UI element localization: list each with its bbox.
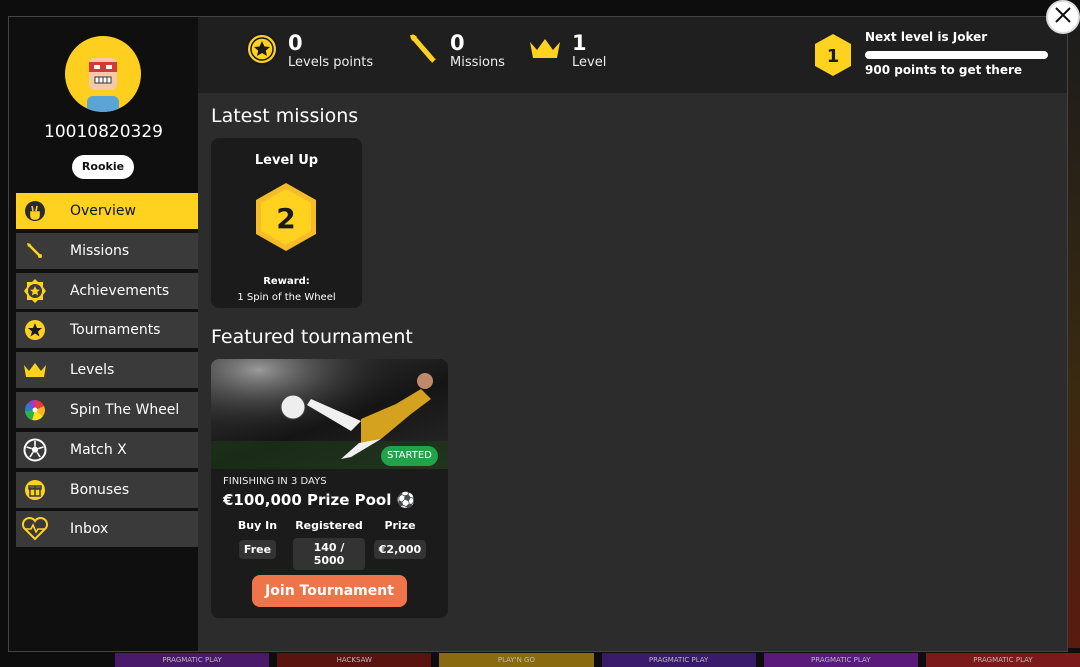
column-value: 140 / 5000 <box>293 538 365 570</box>
column-header: Prize <box>384 519 416 532</box>
prize-column: Prize €2,000 <box>373 519 427 559</box>
stat-levels-points: 0 Levels points <box>246 31 373 71</box>
sidebar-item-label: Achievements <box>70 282 170 299</box>
mission-title: Level Up <box>254 153 319 168</box>
finishing-text: FINISHING IN 3 DAYS <box>223 476 327 487</box>
next-level-title: Next level is Joker <box>865 30 988 44</box>
latest-missions-heading: Latest missions <box>211 105 359 127</box>
join-tournament-button[interactable]: Join Tournament <box>252 575 407 607</box>
sidebar-item-inbox[interactable]: Inbox <box>16 511 198 548</box>
tournament-image: STARTED <box>211 359 448 469</box>
close-icon <box>1054 6 1072 28</box>
next-level-progress-bar <box>865 51 1048 59</box>
sidebar-item-label: Tournaments <box>70 322 161 339</box>
column-header: Registered <box>295 519 363 532</box>
sidebar-item-tournaments[interactable]: Tournaments <box>16 312 198 349</box>
soccer-ball-icon <box>16 432 54 468</box>
level-hexagon: 2 <box>254 182 318 256</box>
tournament-card: STARTED FINISHING IN 3 DAYS €100,000 Pri… <box>211 359 448 618</box>
heart-pulse-icon <box>16 511 54 547</box>
column-value: Free <box>238 540 277 559</box>
background-page-edge <box>1066 18 1080 648</box>
column-value: €2,000 <box>373 540 427 559</box>
color-wheel-icon <box>16 392 54 428</box>
sidebar-item-missions[interactable]: Missions <box>16 232 198 269</box>
sidebar-item-label: Levels <box>70 362 115 379</box>
sidebar-item-label: Overview <box>70 203 136 219</box>
sidebar-nav: Overview Missions Achievements Tournamen… <box>16 193 198 551</box>
crown-icon <box>528 36 562 66</box>
sidebar-item-match-x[interactable]: Match X <box>16 431 198 468</box>
sidebar-item-overview[interactable]: Overview <box>16 193 198 229</box>
sidebar-item-label: Match X <box>70 441 127 458</box>
dart-icon <box>16 233 54 269</box>
next-level-subtitle: 900 points to get there <box>865 63 1023 77</box>
user-avatar <box>65 36 141 112</box>
stat-level: 1 Level <box>528 31 606 71</box>
username: 10010820329 <box>44 122 163 142</box>
current-level-number: 1 <box>827 46 840 67</box>
star-coin-icon <box>246 33 278 69</box>
mission-level-number: 2 <box>276 202 295 235</box>
background-game-tile: PRAGMATIC PLAY <box>925 653 1080 667</box>
dart-icon <box>408 33 438 69</box>
stat-label: Levels points <box>288 55 374 70</box>
background-game-tile: PLAY'N GO <box>439 653 594 667</box>
sidebar-item-achievements[interactable]: Achievements <box>16 272 198 309</box>
rank-badge: Rookie <box>72 155 134 179</box>
featured-tournament-heading: Featured tournament <box>211 326 413 348</box>
buy-in-column: Buy In Free <box>231 519 284 559</box>
background-game-tile: PRAGMATIC PLAY <box>115 653 270 667</box>
tournament-name: €100,000 Prize Pool ⚽ <box>223 491 416 509</box>
loyalty-modal: 10010820329 Rookie Overview Missions Ach… <box>8 16 1068 652</box>
stats-bar: 0 Levels points 0 Missions 1 Level 1 Nex… <box>198 17 1067 93</box>
current-level-hexagon: 1 <box>813 33 853 81</box>
sidebar-item-label: Spin The Wheel <box>70 401 180 418</box>
sidebar-item-bonuses[interactable]: Bonuses <box>16 471 198 508</box>
background-game-tile: HACKSAW <box>277 653 432 667</box>
gift-icon <box>16 472 54 508</box>
background-game-tile: PRAGMATIC PLAY <box>763 653 918 667</box>
sidebar: 10010820329 Rookie Overview Missions Ach… <box>9 17 198 651</box>
column-header: Buy In <box>237 519 278 532</box>
reward-value: 1 Spin of the Wheel <box>237 292 336 303</box>
star-coin-icon <box>16 312 54 348</box>
status-badge: STARTED <box>381 446 438 466</box>
sidebar-item-levels[interactable]: Levels <box>16 352 198 389</box>
stat-value: 0 <box>450 31 465 55</box>
hand-peace-icon <box>16 193 54 229</box>
stat-value: 1 <box>572 31 587 55</box>
mission-card[interactable]: Level Up 2 Reward: 1 Spin of the Wheel <box>211 138 362 308</box>
stat-label: Missions <box>450 55 505 70</box>
registered-column: Registered 140 / 5000 <box>293 519 365 570</box>
background-game-strip: PRAGMATIC PLAY HACKSAW PLAY'N GO PRAGMAT… <box>0 653 1080 667</box>
crown-icon <box>16 352 54 388</box>
achievement-badge-icon <box>16 273 54 309</box>
close-button[interactable] <box>1046 0 1080 34</box>
stat-value: 0 <box>288 31 303 55</box>
sidebar-item-label: Bonuses <box>70 481 130 498</box>
background-game-tile: PRAGMATIC PLAY <box>601 653 756 667</box>
sidebar-item-label: Inbox <box>70 521 109 538</box>
stat-label: Level <box>572 55 607 70</box>
sidebar-item-spin-the-wheel[interactable]: Spin The Wheel <box>16 391 198 428</box>
stat-missions: 0 Missions <box>408 31 505 71</box>
sidebar-item-label: Missions <box>70 242 130 259</box>
reward-label: Reward: <box>263 276 310 287</box>
